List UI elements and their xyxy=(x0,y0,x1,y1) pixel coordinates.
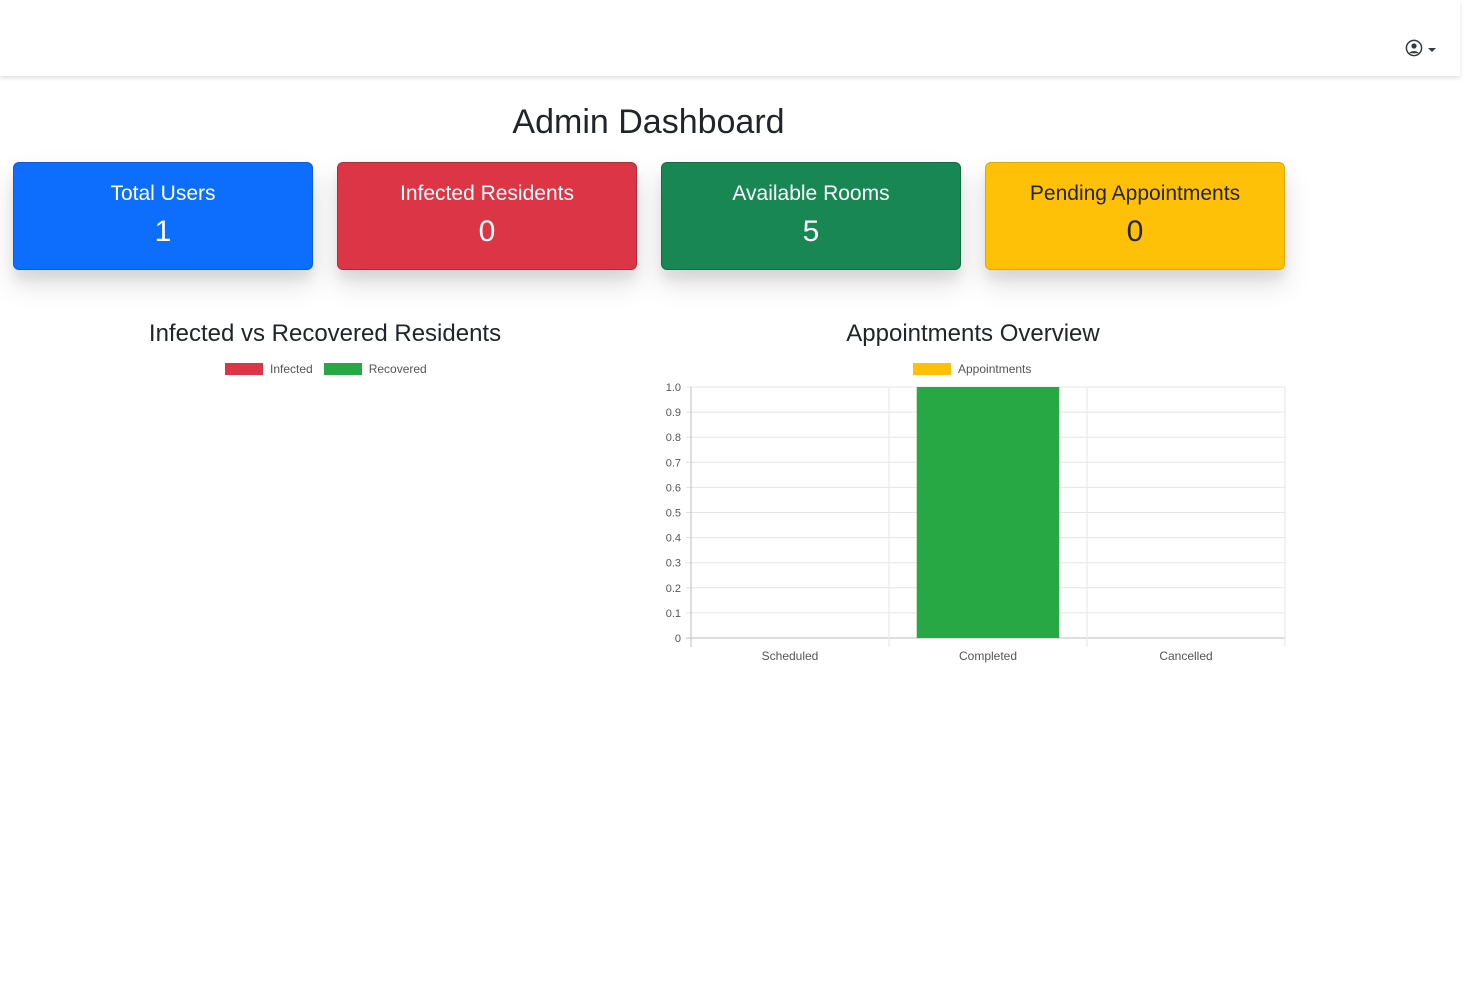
legend-item-appointments[interactable]: Appointments xyxy=(913,362,1031,376)
infected-vs-recovered-pie-chart xyxy=(25,385,625,665)
y-tick-label: 0.6 xyxy=(666,482,681,494)
y-tick-label: 0.5 xyxy=(666,508,681,520)
user-circle-icon xyxy=(1405,39,1423,62)
user-menu-toggle[interactable] xyxy=(1405,39,1437,62)
available-rooms-value: 5 xyxy=(802,215,820,248)
legend-item-infected[interactable]: Infected xyxy=(225,362,313,376)
y-tick-label: 0.3 xyxy=(666,558,681,570)
y-tick-label: 0.7 xyxy=(666,457,681,469)
x-tick-label-scheduled: Scheduled xyxy=(762,649,819,663)
legend-swatch-infected xyxy=(225,363,263,375)
total-users-card: Total Users 1 xyxy=(13,162,313,270)
top-navbar xyxy=(0,0,1460,76)
page-title: Admin Dashboard xyxy=(512,103,785,141)
appointments-bar-chart: 0 0.1 0.2 0.3 0.4 0.5 0.6 0.7 0.8 0.9 1.0 Scheduled… xyxy=(666,382,1286,663)
legend-swatch-recovered xyxy=(323,363,362,375)
infected-residents-card: Infected Residents 0 xyxy=(337,162,637,270)
legend-label-appointments: Appointments xyxy=(958,362,1032,376)
infected-chart-legend: Infected Recovered xyxy=(225,362,438,376)
y-tick-label: 0.8 xyxy=(666,432,681,444)
appointments-chart-title: Appointments Overview xyxy=(846,320,1100,347)
available-rooms-card: Available Rooms 5 xyxy=(661,162,961,270)
available-rooms-label: Available Rooms xyxy=(732,182,890,205)
total-users-label: Total Users xyxy=(110,182,216,205)
total-users-value: 1 xyxy=(154,215,172,248)
y-tick-label: 0.4 xyxy=(666,533,681,545)
legend-swatch-appointments xyxy=(913,363,951,375)
y-tick-label: 0.9 xyxy=(666,407,681,419)
x-tick-label-completed: Completed xyxy=(959,649,1017,663)
legend-label-recovered: Recovered xyxy=(368,362,427,376)
x-tick-label-cancelled: Cancelled xyxy=(1159,649,1212,663)
infected-chart-title: Infected vs Recovered Residents xyxy=(148,320,502,347)
legend-label-infected: Infected xyxy=(270,362,313,376)
y-tick-label: 0.2 xyxy=(666,583,681,595)
infected-residents-value: 0 xyxy=(478,215,496,248)
appointments-chart-legend: Appointments xyxy=(913,362,1042,376)
legend-item-recovered[interactable]: Recovered xyxy=(323,362,427,376)
pending-appointments-label: Pending Appointments xyxy=(1029,182,1241,205)
pending-appointments-value: 0 xyxy=(1126,215,1144,248)
bar-completed[interactable] xyxy=(916,387,1060,638)
infected-residents-label: Infected Residents xyxy=(400,182,574,205)
caret-down-icon xyxy=(1427,42,1437,60)
pending-appointments-card: Pending Appointments 0 xyxy=(985,162,1285,270)
y-tick-label: 1.0 xyxy=(666,382,681,394)
y-tick-label: 0.1 xyxy=(666,608,681,620)
y-tick-label: 0 xyxy=(675,633,681,645)
